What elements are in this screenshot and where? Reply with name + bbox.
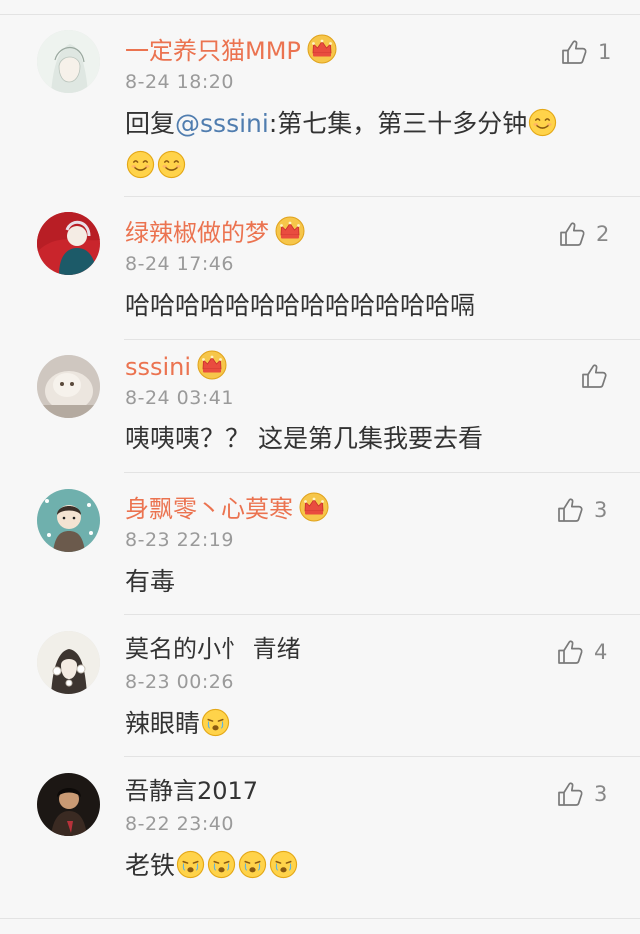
username-text[interactable]: 一定养只猫MMP — [125, 37, 301, 65]
avatar-cartoon-boy[interactable] — [37, 489, 100, 552]
like-button[interactable]: 3 — [556, 779, 607, 809]
like-button[interactable]: 4 — [556, 637, 607, 667]
avatar-girl-flowers[interactable] — [37, 631, 100, 694]
thumbs-up-icon — [556, 780, 584, 808]
like-count: 4 — [594, 640, 608, 664]
comment-time: 8-24 17:46 — [125, 253, 234, 275]
crown-icon — [299, 492, 329, 522]
comment-time: 8-22 23:40 — [125, 813, 234, 835]
comment-body: 辣眼睛 — [125, 709, 201, 738]
comment-username[interactable]: sssini — [125, 350, 227, 382]
crown-icon — [307, 34, 337, 64]
like-count: 1 — [598, 40, 612, 64]
like-count: 3 — [594, 498, 608, 522]
reply-prefix: 回复 — [125, 109, 176, 138]
comment-divider — [124, 339, 640, 340]
comment-time: 8-23 00:26 — [125, 671, 234, 693]
comment-divider — [124, 614, 640, 615]
comment-body: :第七集，第三十多分钟 — [268, 109, 528, 138]
comment-divider — [124, 756, 640, 757]
tearful-emoji-icon — [207, 850, 236, 879]
thumbs-up-icon — [558, 220, 586, 248]
like-button[interactable]: 1 — [560, 37, 611, 67]
like-button[interactable]: 2 — [558, 219, 609, 249]
tearful-emoji-icon — [238, 850, 267, 879]
avatar-anime-girl[interactable] — [37, 30, 100, 93]
like-button[interactable] — [580, 361, 618, 391]
comment-username[interactable]: 吾静言2017 — [125, 776, 258, 806]
avatar-red-teal[interactable] — [37, 212, 100, 275]
comment-text: 咦咦咦？？ 这是第几集我要去看 — [125, 424, 483, 453]
comment-username[interactable]: 莫名的小忄 青绪 — [125, 634, 301, 664]
thumbs-up-icon — [556, 496, 584, 524]
tearful-emoji-icon — [201, 708, 230, 737]
top-divider — [0, 14, 640, 15]
comment-time: 8-23 22:19 — [125, 529, 234, 551]
comment-username[interactable]: 绿辣椒做的梦 — [125, 216, 305, 248]
comment-text: 有毒 — [125, 567, 176, 596]
thumbs-up-icon — [556, 638, 584, 666]
comment-text: 哈哈哈哈哈哈哈哈哈哈哈哈哈嗝 — [125, 291, 476, 320]
comment-text: 辣眼睛 — [125, 703, 605, 745]
comment-time: 8-24 18:20 — [125, 71, 234, 93]
thumbs-up-icon — [560, 38, 588, 66]
comment-divider — [124, 196, 640, 197]
tearful-emoji-icon — [176, 850, 205, 879]
like-count: 2 — [596, 222, 610, 246]
avatar-fluffy-cat[interactable] — [37, 355, 100, 418]
comment-body: 老铁 — [125, 851, 176, 880]
comment-username[interactable]: 身飘零丶心莫寒 — [125, 492, 329, 524]
comment-time: 8-24 03:41 — [125, 387, 234, 409]
crown-icon — [275, 216, 305, 246]
tearful-emoji-icon — [269, 850, 298, 879]
like-button[interactable]: 3 — [556, 495, 607, 525]
comment-divider — [124, 472, 640, 473]
like-count: 3 — [594, 782, 608, 806]
smile-emoji-icon — [126, 150, 155, 179]
comment-text: 老铁 — [125, 845, 605, 887]
comment-username[interactable]: 一定养只猫MMP — [125, 34, 337, 66]
crown-icon — [197, 350, 227, 380]
bottom-divider — [0, 918, 640, 919]
smile-emoji-icon — [528, 108, 557, 137]
mention-link[interactable]: @sssini — [175, 109, 269, 138]
username-text[interactable]: 绿辣椒做的梦 — [125, 219, 269, 247]
avatar-dark-portrait[interactable] — [37, 773, 100, 836]
username-text[interactable]: sssini — [125, 353, 191, 381]
username-text[interactable]: 身飘零丶心莫寒 — [125, 495, 293, 523]
comment-text: 回复@sssini:第七集，第三十多分钟 — [125, 103, 605, 187]
smile-emoji-icon — [157, 150, 186, 179]
thumbs-up-icon — [580, 362, 608, 390]
